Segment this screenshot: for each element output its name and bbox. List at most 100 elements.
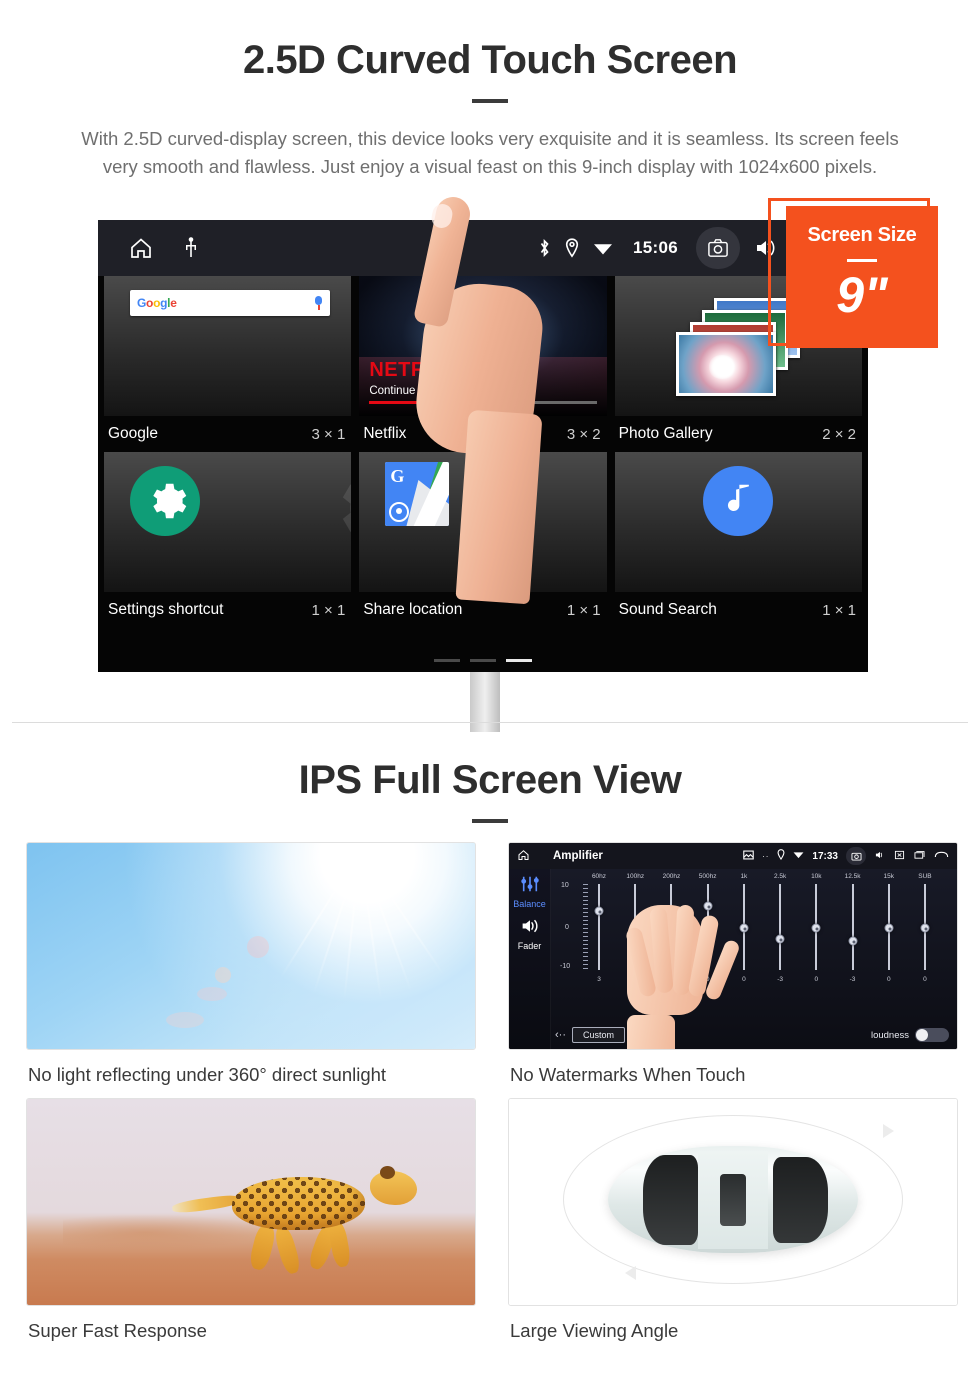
play-icon[interactable] — [460, 312, 505, 357]
recents-icon[interactable] — [913, 850, 926, 863]
eq-slider[interactable] — [734, 882, 754, 974]
feature-grid: No light reflecting under 360° direct su… — [26, 842, 958, 1354]
widget-label: Photo Gallery — [618, 425, 713, 442]
widget-share-location[interactable]: G Share location 1 × 1 — [359, 452, 607, 628]
feature-caption: No Watermarks When Touch — [510, 1064, 746, 1085]
feature-card-fast-response: Super Fast Response — [26, 1098, 476, 1342]
eq-slider[interactable] — [915, 882, 935, 974]
home-icon[interactable] — [128, 236, 154, 260]
page-dot-active[interactable] — [506, 659, 532, 662]
widget-size: 1 × 1 — [822, 601, 856, 619]
screen-reflection — [470, 672, 500, 732]
gear-icon — [130, 466, 200, 536]
widget-label: Sound Search — [618, 601, 717, 618]
close-box-icon[interactable] — [894, 850, 905, 863]
widget-size: 3 × 1 — [311, 425, 346, 443]
band-label: 500hz — [698, 873, 717, 880]
eq-slider[interactable] — [843, 882, 863, 974]
page-dot[interactable] — [434, 659, 460, 662]
back-icon[interactable] — [934, 850, 949, 863]
wifi-icon — [593, 240, 613, 256]
volume-icon[interactable] — [874, 850, 886, 863]
equalizer-band-labels: 60hz 100hz 200hz 500hz 1k 2.5k 10k 12.5k — [555, 873, 951, 880]
eq-slider[interactable] — [806, 882, 826, 974]
widget-share-location-preview: G — [359, 452, 607, 592]
maps-icon: G — [385, 462, 450, 526]
badge-value: 9" — [836, 267, 888, 323]
widget-size: 1 × 1 — [311, 601, 346, 619]
widget-settings-preview — [104, 452, 352, 592]
amplifier-title: Amplifier — [553, 850, 603, 862]
section-divider — [12, 722, 968, 723]
eq-slider[interactable] — [589, 882, 609, 974]
google-search-bar[interactable]: Google — [130, 290, 330, 316]
fader-label[interactable]: Fader — [509, 941, 550, 951]
band-label: 15k — [883, 873, 894, 880]
band-label: 60hz — [591, 873, 607, 880]
device-screenshot: 15:06 Google Google 3 × 1 NETFLIX Contin… — [98, 220, 868, 672]
band-label: 12.5k — [844, 873, 861, 880]
widget-google[interactable]: Google Google 3 × 1 — [104, 276, 352, 452]
balance-label[interactable]: Balance — [509, 899, 550, 909]
widget-google-preview: Google — [104, 276, 352, 416]
band-label: 100hz — [626, 873, 645, 880]
scale-mid: 0 — [565, 924, 569, 932]
scale-top: 10 — [561, 882, 569, 889]
equalizer: 60hz 100hz 200hz 500hz 1k 2.5k 10k 12.5k — [555, 873, 951, 1047]
widget-label: Share location — [363, 601, 463, 618]
widget-sound-search[interactable]: Sound Search 1 × 1 — [614, 452, 862, 628]
eq-slider[interactable] — [698, 882, 718, 974]
page-dot[interactable] — [470, 659, 496, 662]
widget-netflix[interactable]: NETFLIX Continue Marvel's Daredevil Netf… — [359, 276, 607, 452]
feature-row-1: No light reflecting under 360° direct su… — [26, 842, 958, 1086]
fader-icon[interactable] — [509, 917, 550, 940]
loudness-toggle[interactable] — [915, 1028, 949, 1042]
home-icon[interactable] — [517, 849, 530, 864]
band-value: 0 — [705, 976, 710, 983]
running-cheetah — [171, 1157, 421, 1276]
section-two-title: IPS Full Screen View — [298, 758, 682, 802]
band-value: -3 — [777, 976, 783, 983]
feature-caption: Super Fast Response — [28, 1320, 207, 1341]
equalizer-scale: 10 0 -10 — [560, 882, 588, 974]
balance-icon[interactable] — [509, 875, 550, 898]
camera-icon[interactable] — [696, 227, 740, 269]
band-value: 0 — [742, 976, 746, 983]
title-divider — [472, 99, 508, 103]
camera-icon[interactable] — [846, 847, 866, 865]
product-feature-page: 2.5D Curved Touch Screen With 2.5D curve… — [0, 0, 980, 1394]
equalizer-footer: ‹·· Custom loudness — [555, 1025, 949, 1045]
widget-row-1: Google Google 3 × 1 NETFLIX Continue Mar… — [98, 276, 868, 452]
equalizer-values: 3 -4 0 0 0 -3 0 -3 0 0 — [555, 974, 951, 983]
feature-card-viewing-angle: Large Viewing Angle — [508, 1098, 958, 1342]
bluetooth-icon — [538, 238, 551, 258]
band-label: 10k — [811, 873, 822, 880]
car-top-view — [607, 1146, 859, 1254]
gear-icon-ghost — [321, 466, 352, 558]
eq-slider[interactable] — [625, 882, 645, 974]
widget-settings-shortcut[interactable]: Settings shortcut 1 × 1 — [104, 452, 352, 628]
eq-slider[interactable] — [879, 882, 899, 974]
section-one-header: 2.5D Curved Touch Screen With 2.5D curve… — [0, 38, 980, 181]
image-icon[interactable] — [743, 850, 754, 863]
amplifier-side-nav: Balance Fader — [509, 869, 551, 1049]
widget-label: Google — [108, 425, 158, 442]
google-logo: Google — [137, 296, 177, 310]
page-indicator[interactable] — [434, 659, 532, 662]
chevron-left-icon[interactable]: ‹·· — [555, 1029, 566, 1041]
loudness-label: loudness — [870, 1029, 909, 1041]
android-status-bar: 15:06 — [98, 220, 868, 276]
band-value: 3 — [597, 976, 601, 983]
microphone-icon[interactable] — [314, 295, 323, 311]
scale-bottom: -10 — [560, 963, 571, 970]
eq-slider[interactable] — [770, 882, 790, 974]
feature-caption: No light reflecting under 360° direct su… — [28, 1064, 387, 1085]
usb-icon[interactable] — [184, 237, 198, 259]
band-value: -4 — [632, 976, 639, 983]
preset-button[interactable]: Custom — [572, 1027, 626, 1043]
band-value: 0 — [814, 976, 819, 983]
band-label: 2.5k — [773, 873, 787, 880]
widget-picker-grid: Google Google 3 × 1 NETFLIX Continue Mar… — [98, 276, 868, 672]
equalizer-sliders — [589, 882, 935, 974]
eq-slider[interactable] — [661, 882, 681, 974]
